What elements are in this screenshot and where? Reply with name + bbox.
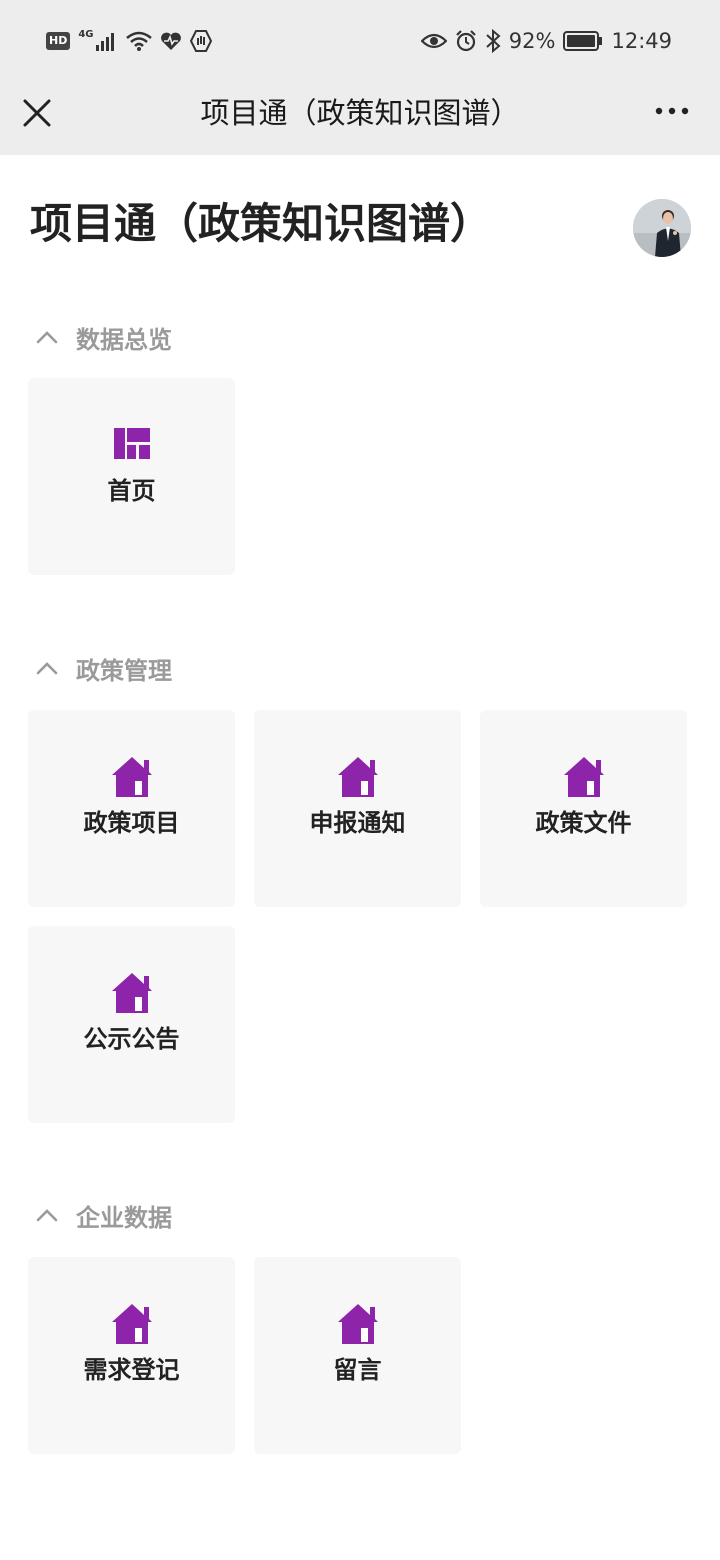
home-icon: [112, 1304, 152, 1344]
status-left: HD 4G: [46, 28, 212, 54]
tile-messages[interactable]: 留言: [254, 1257, 461, 1454]
section-label: 政策管理: [76, 656, 172, 685]
tile-label: 公示公告: [83, 1025, 180, 1053]
tile-label: 申报通知: [309, 809, 406, 837]
signal-icon: [95, 33, 114, 51]
eye-icon: [420, 33, 447, 49]
tile-label: 政策项目: [83, 809, 180, 837]
chevron-up-icon: [36, 331, 58, 344]
nav-bar: 项目通（政策知识图谱）: [0, 82, 720, 155]
battery-percent: 92%: [508, 29, 556, 53]
section-label: 企业数据: [76, 1203, 172, 1232]
hand-shield-icon: [189, 30, 212, 52]
tile-application-notices[interactable]: 申报通知: [254, 710, 461, 907]
home-icon: [564, 757, 604, 797]
section-header-enterprise-data[interactable]: 企业数据: [36, 1198, 172, 1232]
status-right: 92% 12:49: [420, 28, 672, 54]
clock: 12:49: [611, 29, 672, 53]
tile-home[interactable]: 首页: [28, 378, 235, 575]
tile-public-announcements[interactable]: 公示公告: [28, 926, 235, 1123]
more-icon[interactable]: [654, 102, 690, 120]
tile-demand-registration[interactable]: 需求登记: [28, 1257, 235, 1454]
tile-label: 政策文件: [535, 809, 632, 837]
battery-icon: [563, 31, 603, 51]
alarm-icon: [456, 30, 476, 52]
dashboard-icon: [114, 428, 150, 459]
home-icon: [338, 1304, 378, 1344]
heart-rate-icon: [160, 32, 181, 50]
chevron-up-icon: [36, 1209, 58, 1222]
wifi-icon: [125, 31, 152, 51]
status-bar: HD 4G 92% 12:49: [0, 0, 720, 82]
tile-policy-projects[interactable]: 政策项目: [28, 710, 235, 907]
bluetooth-icon: [486, 29, 501, 53]
network-type: 4G: [78, 28, 94, 40]
section-header-data-overview[interactable]: 数据总览: [36, 320, 172, 354]
avatar-image: [633, 199, 691, 257]
chevron-up-icon: [36, 662, 58, 675]
page-title: 项目通（政策知识图谱）: [30, 199, 493, 248]
tile-policy-documents[interactable]: 政策文件: [480, 710, 687, 907]
tile-label: 留言: [333, 1356, 382, 1384]
home-icon: [338, 757, 378, 797]
section-header-policy-management[interactable]: 政策管理: [36, 651, 172, 685]
tile-label: 需求登记: [83, 1356, 180, 1384]
nav-title: 项目通（政策知识图谱）: [200, 96, 520, 130]
home-icon: [112, 757, 152, 797]
hd-badge: HD: [46, 32, 71, 50]
home-icon: [112, 973, 152, 1013]
tile-label: 首页: [107, 477, 156, 505]
avatar[interactable]: [633, 199, 691, 257]
section-label: 数据总览: [76, 325, 172, 354]
